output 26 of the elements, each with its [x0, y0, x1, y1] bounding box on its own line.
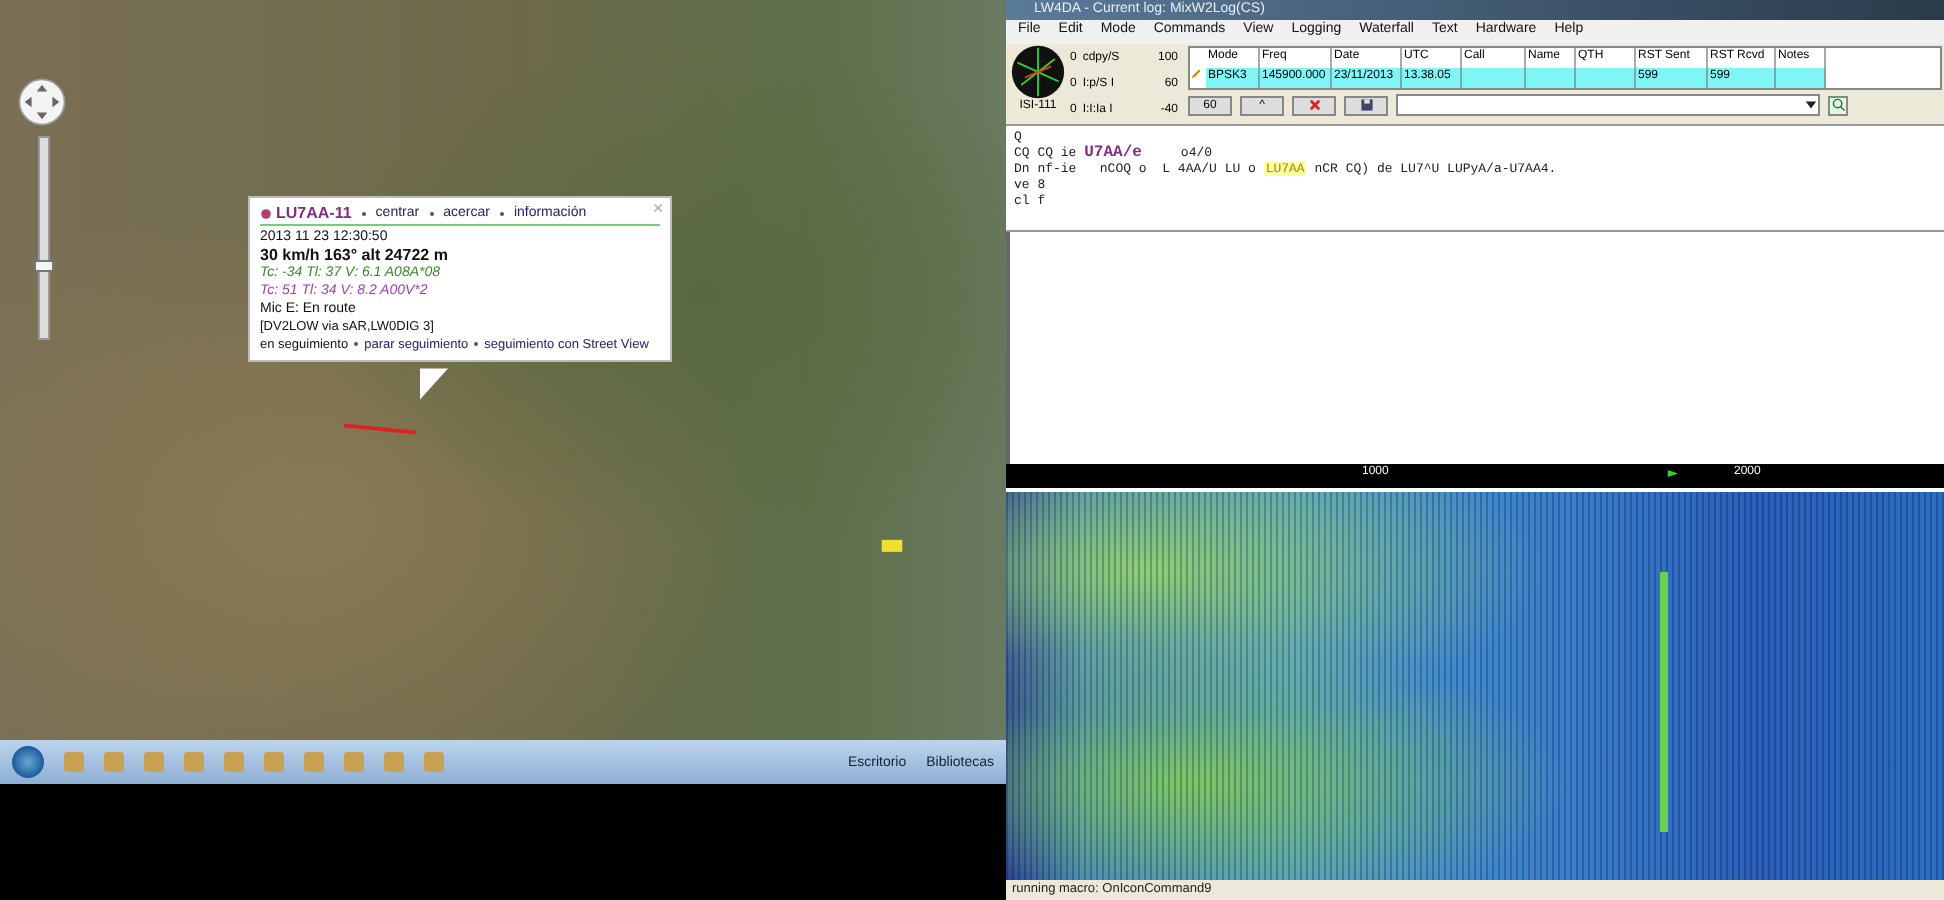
separator-dot	[354, 342, 359, 347]
marker-icon[interactable]	[880, 536, 904, 554]
zoom-slider-handle[interactable]	[34, 260, 54, 273]
separator-dot	[361, 211, 366, 215]
track-line	[344, 420, 416, 438]
callsign-link[interactable]: LU7AA-11	[276, 204, 352, 222]
delete-icon	[1307, 98, 1321, 112]
pan-control-icon[interactable]	[16, 76, 68, 128]
search-button[interactable]	[1828, 95, 1848, 115]
start-button[interactable]	[12, 746, 44, 778]
pencil-icon	[1190, 68, 1202, 80]
waterfall-display[interactable]	[1006, 492, 1944, 880]
separator-dot	[499, 211, 504, 215]
delete-button[interactable]	[1292, 95, 1336, 115]
satellite-map[interactable]	[0, 0, 1006, 740]
speed-text: 30 km/h 163° alt 24722 m	[260, 246, 450, 264]
separator-dot	[474, 342, 479, 347]
close-icon[interactable]	[652, 202, 664, 214]
caret-icon	[1804, 98, 1818, 112]
phase-scope-drawing	[1010, 44, 1066, 100]
search-icon	[1831, 98, 1845, 112]
save-icon	[1359, 98, 1373, 112]
callsign-combo[interactable]	[1396, 94, 1820, 116]
save-button[interactable]	[1344, 95, 1388, 115]
balloon-icon	[260, 207, 272, 219]
separator-dot	[429, 211, 434, 215]
